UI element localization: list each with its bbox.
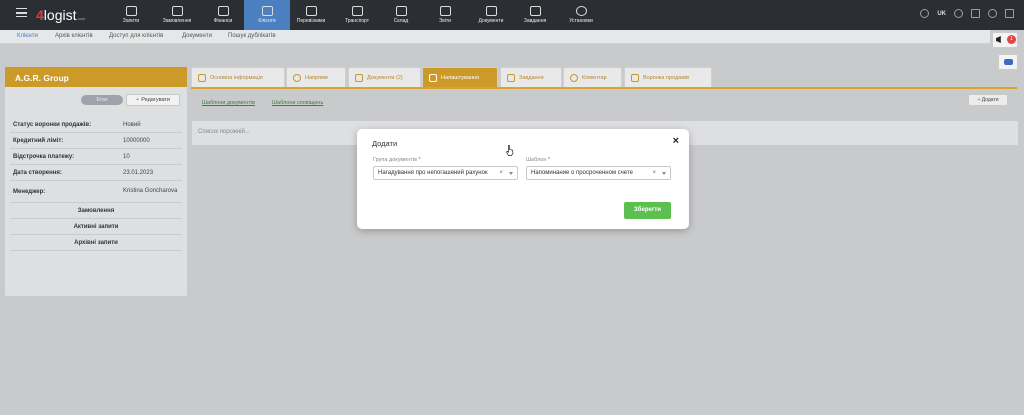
chevron-down-icon[interactable]: [662, 172, 666, 175]
comment-icon: [570, 73, 578, 82]
tab-documents[interactable]: Документи (2): [348, 67, 421, 87]
warehouse-icon: [395, 6, 407, 16]
empty-list-text: Список порожній...: [198, 129, 250, 135]
info-icon: [198, 73, 206, 82]
subtab-notification-templates[interactable]: Шаблони сповіщень: [272, 100, 323, 106]
close-icon[interactable]: ×: [673, 135, 679, 147]
nav-orders[interactable]: Замовлення: [154, 0, 200, 30]
robot-icon: [1004, 59, 1013, 65]
subnav-client-access[interactable]: Доступ для клієнтів: [109, 33, 163, 39]
reports-icon: [439, 6, 451, 16]
user-icon[interactable]: [954, 9, 963, 18]
finance-icon: [217, 6, 229, 16]
requests-icon: [125, 6, 137, 16]
directions-icon: [293, 73, 301, 82]
tab-tasks[interactable]: Завдання: [500, 67, 562, 87]
subnav-duplicates[interactable]: Пошук дублікатів: [228, 33, 276, 39]
transport-icon: [351, 6, 363, 16]
client-name: A.G.R. Group: [5, 67, 187, 87]
subnav-archive[interactable]: Архів клієнтів: [55, 33, 93, 39]
subnav-documents[interactable]: Документи: [182, 33, 212, 39]
hand-cursor-icon: [506, 145, 514, 156]
calendar-icon: [507, 73, 515, 82]
nav-requests[interactable]: Запити: [108, 0, 154, 30]
tab-settings[interactable]: Налаштування: [422, 67, 498, 87]
bell-icon[interactable]: [988, 9, 997, 18]
plus-icon: +: [136, 97, 140, 103]
nav-settings[interactable]: Установки: [558, 0, 604, 30]
nav-reports[interactable]: Звіти: [422, 0, 468, 30]
megaphone-icon: [996, 36, 1001, 43]
logout-icon[interactable]: [1005, 9, 1014, 18]
subtab-document-templates[interactable]: Шаблони документів: [202, 100, 255, 106]
nav-documents[interactable]: Документи: [468, 0, 514, 30]
info-row: Відстрочка платежу: 10: [10, 149, 182, 165]
clear-icon[interactable]: ×: [499, 170, 503, 176]
client-info: Статус воронки продажів: Новий Кредитний …: [10, 117, 182, 251]
archived-requests-section[interactable]: Архівні запити: [10, 235, 182, 251]
gear-icon: [575, 6, 587, 16]
funnel-icon: [631, 73, 639, 82]
nav-tasks[interactable]: Завдання: [512, 0, 558, 30]
tab-main-info[interactable]: Основна інформація: [191, 67, 285, 87]
nav-carriers[interactable]: Перевізники: [288, 0, 334, 30]
subnav-clients[interactable]: Клієнти: [17, 33, 38, 39]
menu-icon[interactable]: [16, 8, 27, 17]
active-requests-section[interactable]: Активні запити: [10, 219, 182, 235]
top-navbar: 4logist.com Запити Замовлення Фінанси Кл…: [0, 0, 1024, 30]
template-label: Шаблон *: [526, 157, 551, 163]
calendar-icon: [529, 6, 541, 16]
info-row: Дата створення: 23.01.2023: [10, 165, 182, 181]
info-row: Кредитний ліміт: 10000000: [10, 133, 182, 149]
template-select[interactable]: Напоминание о просроченном счете ×: [526, 166, 671, 180]
info-row: Менеджер: Kristina Goncharova: [10, 181, 182, 203]
nav-clients[interactable]: Клієнти: [244, 0, 290, 30]
tab-directions[interactable]: Напрями: [286, 67, 346, 87]
clients-icon: [261, 6, 273, 16]
announcements-button[interactable]: 1: [992, 32, 1018, 48]
settings-icon: [429, 73, 437, 82]
document-icon: [485, 6, 497, 16]
notification-badge: 1: [1007, 35, 1016, 44]
client-card: A.G.R. Group Етап + Редагувати Статус вор…: [5, 67, 187, 296]
book-icon[interactable]: [971, 9, 980, 18]
edit-button[interactable]: + Редагувати: [126, 94, 180, 106]
nav-warehouse[interactable]: Склад: [378, 0, 424, 30]
document-group-select[interactable]: Нагадування про непогашений рахунок ×: [373, 166, 518, 180]
orders-section[interactable]: Замовлення: [10, 203, 182, 219]
nav-finance[interactable]: Фінанси: [200, 0, 246, 30]
group-label: Група документів *: [373, 157, 421, 163]
chevron-down-icon[interactable]: [509, 172, 513, 175]
document-icon: [355, 73, 363, 82]
truck-icon: [305, 6, 317, 16]
logo[interactable]: 4logist.com: [36, 7, 85, 23]
sub-navbar: Клієнти Архів клієнтів Доступ для клієнт…: [0, 30, 990, 44]
client-tabs: Основна інформація Напрями Документи (2)…: [191, 67, 1017, 89]
globe-icon[interactable]: [920, 9, 930, 18]
info-row: Статус воронки продажів: Новий: [10, 117, 182, 133]
tab-sales-funnel[interactable]: Воронка продажів: [624, 67, 712, 87]
add-button[interactable]: + Додати: [968, 94, 1008, 106]
language-code[interactable]: UK: [937, 11, 946, 17]
dialog-title: Додати: [372, 139, 398, 148]
save-button[interactable]: Зберегти: [624, 202, 671, 219]
top-right-tools: UK: [920, 9, 1014, 18]
tab-comment[interactable]: Коментар: [563, 67, 622, 87]
clear-icon[interactable]: ×: [652, 170, 656, 176]
stage-button[interactable]: Етап: [81, 95, 123, 105]
orders-icon: [171, 6, 183, 16]
add-template-dialog: Додати × Група документів * Нагадування …: [357, 129, 689, 229]
nav-transport[interactable]: Транспорт: [334, 0, 380, 30]
